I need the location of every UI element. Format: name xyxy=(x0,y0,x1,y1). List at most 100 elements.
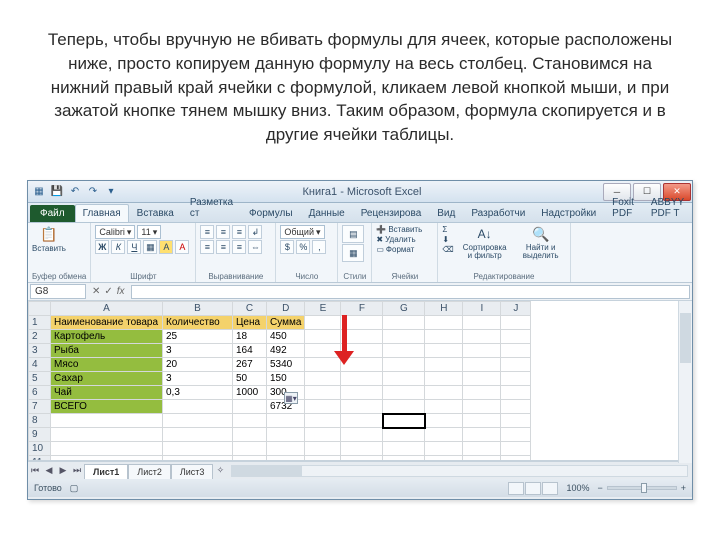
cell-A10[interactable] xyxy=(51,442,163,456)
tab-abbyy[interactable]: ABBYY PDF T xyxy=(643,193,692,222)
fontcolor-button[interactable]: A xyxy=(175,240,189,254)
cell-D9[interactable] xyxy=(267,428,305,442)
cell-E5[interactable] xyxy=(305,372,341,386)
tab-view[interactable]: Вид xyxy=(429,204,463,222)
percent-icon[interactable]: % xyxy=(296,240,310,254)
cell-I10[interactable] xyxy=(463,442,501,456)
cell-B4[interactable]: 20 xyxy=(163,358,233,372)
view-layout-button[interactable] xyxy=(525,482,541,495)
macro-record-icon[interactable]: ▢ xyxy=(70,483,79,494)
cell-D11[interactable] xyxy=(267,456,305,462)
cell-B2[interactable]: 25 xyxy=(163,330,233,344)
font-size-box[interactable]: 11 ▾ xyxy=(137,225,161,239)
sheet-nav-last[interactable]: ⏭ xyxy=(70,465,84,476)
wrap-icon[interactable]: ↲ xyxy=(248,225,262,239)
col-header-B[interactable]: B xyxy=(163,302,233,316)
col-header-C[interactable]: C xyxy=(233,302,267,316)
sheet-tab-2[interactable]: Лист2 xyxy=(128,464,171,479)
cell-F8[interactable] xyxy=(341,414,383,428)
tab-home[interactable]: Главная xyxy=(75,204,129,222)
cell-J1[interactable] xyxy=(501,316,531,330)
cell-G8[interactable] xyxy=(383,414,425,428)
cell-C11[interactable] xyxy=(233,456,267,462)
fx-icon[interactable]: fx xyxy=(117,286,125,297)
autosum-button[interactable]: Σ xyxy=(442,225,453,234)
cell-G10[interactable] xyxy=(383,442,425,456)
formula-bar[interactable] xyxy=(131,285,690,299)
tab-file[interactable]: Файл xyxy=(30,205,75,222)
cell-A6[interactable]: Чай xyxy=(51,386,163,400)
underline-button[interactable]: Ч xyxy=(127,240,141,254)
align-right-icon[interactable]: ≡ xyxy=(232,240,246,254)
cell-H7[interactable] xyxy=(425,400,463,414)
cell-A2[interactable]: Картофель xyxy=(51,330,163,344)
save-icon[interactable]: 💾 xyxy=(50,185,64,199)
cell-F11[interactable] xyxy=(341,456,383,462)
cell-C9[interactable] xyxy=(233,428,267,442)
view-pagebreak-button[interactable] xyxy=(542,482,558,495)
cell-J2[interactable] xyxy=(501,330,531,344)
tab-insert[interactable]: Вставка xyxy=(129,204,182,222)
cell-E6[interactable] xyxy=(305,386,341,400)
enter-icon[interactable]: ✓ xyxy=(104,286,112,297)
fillcolor-button[interactable]: A xyxy=(159,240,173,254)
cell-I1[interactable] xyxy=(463,316,501,330)
tab-pagelayout[interactable]: Разметка ст xyxy=(182,193,241,222)
cell-D8[interactable] xyxy=(267,414,305,428)
italic-button[interactable]: К xyxy=(111,240,125,254)
cell-A4[interactable]: Мясо xyxy=(51,358,163,372)
cell-C1[interactable]: Цена xyxy=(233,316,267,330)
cell-G7[interactable] xyxy=(383,400,425,414)
cell-H2[interactable] xyxy=(425,330,463,344)
cell-C6[interactable]: 1000 xyxy=(233,386,267,400)
select-all[interactable] xyxy=(29,302,51,316)
cell-F9[interactable] xyxy=(341,428,383,442)
vertical-scrollbar[interactable] xyxy=(678,301,692,463)
cell-G9[interactable] xyxy=(383,428,425,442)
sheet-nav-next[interactable]: ▶ xyxy=(56,465,70,476)
cell-G5[interactable] xyxy=(383,372,425,386)
cell-I3[interactable] xyxy=(463,344,501,358)
cell-H1[interactable] xyxy=(425,316,463,330)
cell-B7[interactable] xyxy=(163,400,233,414)
cell-E10[interactable] xyxy=(305,442,341,456)
cell-C7[interactable] xyxy=(233,400,267,414)
cellstyles-icon[interactable]: ▦ xyxy=(342,244,364,262)
comma-icon[interactable]: , xyxy=(312,240,326,254)
redo-icon[interactable]: ↷ xyxy=(86,185,100,199)
cancel-icon[interactable]: ✕ xyxy=(92,286,100,297)
cell-H8[interactable] xyxy=(425,414,463,428)
sheet-tab-1[interactable]: Лист1 xyxy=(84,464,128,479)
cell-D1[interactable]: Сумма xyxy=(267,316,305,330)
row-header-8[interactable]: 8 xyxy=(29,414,51,428)
row-header-3[interactable]: 3 xyxy=(29,344,51,358)
cell-G11[interactable] xyxy=(383,456,425,462)
cell-I8[interactable] xyxy=(463,414,501,428)
cell-H5[interactable] xyxy=(425,372,463,386)
row-header-5[interactable]: 5 xyxy=(29,372,51,386)
merge-icon[interactable]: ⇔ xyxy=(248,240,262,254)
undo-icon[interactable]: ↶ xyxy=(68,185,82,199)
tab-foxit[interactable]: Foxit PDF xyxy=(604,193,643,222)
cell-H9[interactable] xyxy=(425,428,463,442)
cell-I4[interactable] xyxy=(463,358,501,372)
align-mid-icon[interactable]: ≡ xyxy=(216,225,230,239)
cell-D10[interactable] xyxy=(267,442,305,456)
cell-A3[interactable]: Рыба xyxy=(51,344,163,358)
cell-I2[interactable] xyxy=(463,330,501,344)
cell-H4[interactable] xyxy=(425,358,463,372)
new-sheet-button[interactable]: ✧ xyxy=(213,465,227,476)
cell-F5[interactable] xyxy=(341,372,383,386)
format-button[interactable]: ▭Формат xyxy=(376,245,414,254)
paste-button[interactable]: 📋 Вставить xyxy=(32,225,66,253)
row-header-7[interactable]: 7 xyxy=(29,400,51,414)
sheet-tab-3[interactable]: Лист3 xyxy=(171,464,214,479)
cell-I7[interactable] xyxy=(463,400,501,414)
col-header-J[interactable]: J xyxy=(501,302,531,316)
row-header-2[interactable]: 2 xyxy=(29,330,51,344)
cell-A8[interactable] xyxy=(51,414,163,428)
sort-button[interactable]: A↓Сортировка и фильтр xyxy=(460,225,510,260)
row-header-9[interactable]: 9 xyxy=(29,428,51,442)
name-box[interactable]: G8 xyxy=(30,284,86,299)
zoom-out-button[interactable]: − xyxy=(597,483,602,493)
